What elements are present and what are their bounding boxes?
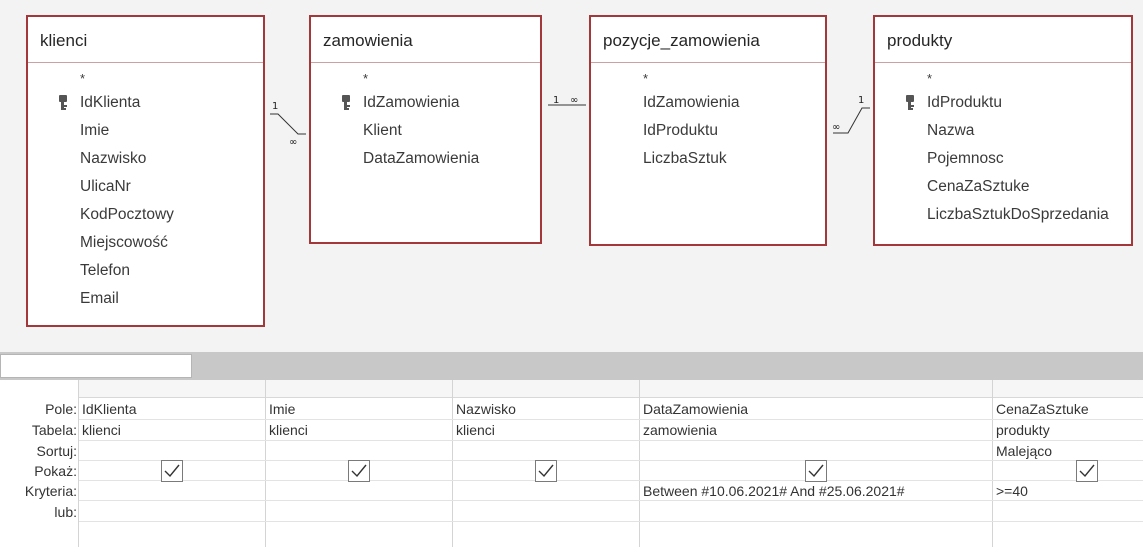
table-zamowienia[interactable]: zamowienia * IdZamowienia Klient DataZam…	[309, 15, 542, 244]
cell-tabela-4[interactable]: zamowienia	[640, 420, 991, 440]
cell-lub-1[interactable]	[79, 502, 264, 521]
table-produkty[interactable]: produkty * IdProduktu Nazwa Pojemnosc Ce…	[873, 15, 1133, 246]
table-pozycje-zamowienia[interactable]: pozycje_zamowienia * IdZamowienia IdProd…	[589, 15, 827, 246]
field-label: IdZamowienia	[363, 94, 460, 111]
primary-key-icon	[906, 95, 914, 110]
many-side-label: ∞	[570, 95, 578, 106]
cell-kryteria-4[interactable]: Between #10.06.2021# And #25.06.2021#	[640, 481, 991, 501]
column-selector-bar[interactable]	[79, 380, 1143, 398]
field-imie[interactable]: Imie	[28, 117, 263, 145]
row-label-pole: Pole:	[45, 401, 77, 417]
field-idzamowienia[interactable]: IdZamowienia	[591, 89, 825, 117]
field-pojemnosc[interactable]: Pojemnosc	[875, 145, 1131, 173]
many-side-label: ∞	[289, 137, 297, 148]
field-idklienta[interactable]: IdKlienta	[28, 89, 263, 117]
field-all[interactable]: *	[875, 69, 1131, 89]
cell-kryteria-1[interactable]	[79, 481, 264, 500]
many-side-label: ∞	[832, 122, 840, 133]
row-label-kryteria: Kryteria:	[24, 483, 77, 499]
primary-key-icon	[59, 95, 67, 110]
field-idzamowienia[interactable]: IdZamowienia	[311, 89, 540, 117]
field-ulicanr[interactable]: UlicaNr	[28, 173, 263, 201]
field-liczbasztukdosprzedania[interactable]: LiczbaSztukDoSprzedania	[875, 201, 1131, 229]
field-idproduktu[interactable]: IdProduktu	[875, 89, 1131, 117]
field-all[interactable]: *	[591, 69, 825, 89]
show-checkbox-3[interactable]	[535, 460, 557, 482]
cell-pole-3[interactable]: Nazwisko	[453, 399, 638, 419]
cell-lub-4[interactable]	[640, 502, 991, 521]
field-datazamowienia[interactable]: DataZamowienia	[311, 145, 540, 173]
field-list: * IdZamowienia Klient DataZamowienia	[311, 63, 540, 173]
table-title[interactable]: zamowienia	[311, 17, 540, 63]
cell-kryteria-3[interactable]	[453, 481, 638, 500]
join-line-pozycje-produkty[interactable]: ∞ 1	[832, 95, 870, 134]
checkmark-icon	[351, 464, 367, 478]
field-liczbasztuk[interactable]: LiczbaSztuk	[591, 145, 825, 173]
field-all[interactable]: *	[28, 69, 263, 89]
field-list: * IdZamowienia IdProduktu LiczbaSztuk	[591, 63, 825, 173]
cell-sortuj-4[interactable]	[640, 441, 991, 460]
field-nazwa[interactable]: Nazwa	[875, 117, 1131, 145]
relationship-pane: klienci * IdKlienta Imie Nazwisko UlicaN…	[0, 0, 1143, 352]
show-checkbox-1[interactable]	[161, 460, 183, 482]
query-design-grid: Pole: Tabela: Sortuj: Pokaż: Kryteria: l…	[0, 380, 1143, 547]
field-telefon[interactable]: Telefon	[28, 257, 263, 285]
splitter-box[interactable]	[0, 354, 192, 378]
cell-tabela-1[interactable]: klienci	[79, 420, 264, 440]
field-klient[interactable]: Klient	[311, 117, 540, 145]
field-label: IdProduktu	[927, 94, 1002, 111]
checkmark-icon	[1079, 464, 1095, 478]
field-list: * IdProduktu Nazwa Pojemnosc CenaZaSztuk…	[875, 63, 1131, 229]
field-all[interactable]: *	[311, 69, 540, 89]
field-label: IdKlienta	[80, 94, 141, 111]
show-checkbox-5[interactable]	[1076, 460, 1098, 482]
cell-sortuj-1[interactable]	[79, 441, 264, 460]
row-label-pokaz: Pokaż:	[34, 463, 77, 479]
field-cenazasztuke[interactable]: CenaZaSztuke	[875, 173, 1131, 201]
primary-key-icon	[342, 95, 350, 110]
row-divider	[79, 521, 1143, 522]
row-divider	[79, 460, 1143, 461]
show-checkbox-4[interactable]	[805, 460, 827, 482]
cell-tabela-3[interactable]: klienci	[453, 420, 638, 440]
table-title[interactable]: produkty	[875, 17, 1131, 63]
join-line-zamowienia-pozycje[interactable]: 1 ∞	[548, 95, 586, 106]
cell-sortuj-5[interactable]: Malejąco	[993, 441, 1143, 461]
one-side-label: 1	[553, 95, 559, 106]
field-kodpocztowy[interactable]: KodPocztowy	[28, 201, 263, 229]
show-checkbox-2[interactable]	[348, 460, 370, 482]
cell-tabela-5[interactable]: produkty	[993, 420, 1143, 440]
table-title[interactable]: pozycje_zamowienia	[591, 17, 825, 63]
field-miejscowosc[interactable]: Miejscowość	[28, 229, 263, 257]
row-label-sortuj: Sortuj:	[36, 443, 77, 459]
cell-pole-4[interactable]: DataZamowienia	[640, 399, 991, 419]
cell-tabela-2[interactable]: klienci	[266, 420, 451, 440]
cell-lub-3[interactable]	[453, 502, 638, 521]
row-label-tabela: Tabela:	[31, 422, 77, 438]
field-list: * IdKlienta Imie Nazwisko UlicaNr KodPoc…	[28, 63, 263, 313]
table-title[interactable]: klienci	[28, 17, 263, 63]
cell-pole-2[interactable]: Imie	[266, 399, 451, 419]
cell-pole-1[interactable]: IdKlienta	[79, 399, 264, 419]
field-idproduktu[interactable]: IdProduktu	[591, 117, 825, 145]
cell-kryteria-5[interactable]: >=40	[993, 481, 1143, 501]
join-line-klienci-zamowienia[interactable]: 1 ∞	[270, 101, 306, 148]
checkmark-icon	[538, 464, 554, 478]
row-label-lub: lub:	[54, 504, 77, 520]
cell-lub-5[interactable]	[993, 502, 1143, 521]
one-side-label: 1	[858, 95, 864, 106]
cell-pole-5[interactable]: CenaZaSztuke	[993, 399, 1143, 419]
table-klienci[interactable]: klienci * IdKlienta Imie Nazwisko UlicaN…	[26, 15, 265, 327]
field-email[interactable]: Email	[28, 285, 263, 313]
pane-splitter[interactable]	[0, 352, 1143, 380]
field-nazwisko[interactable]: Nazwisko	[28, 145, 263, 173]
cell-sortuj-3[interactable]	[453, 441, 638, 460]
cell-lub-2[interactable]	[266, 502, 451, 521]
checkmark-icon	[164, 464, 180, 478]
cell-kryteria-2[interactable]	[266, 481, 451, 500]
one-side-label: 1	[272, 101, 278, 112]
cell-sortuj-2[interactable]	[266, 441, 451, 460]
checkmark-icon	[808, 464, 824, 478]
